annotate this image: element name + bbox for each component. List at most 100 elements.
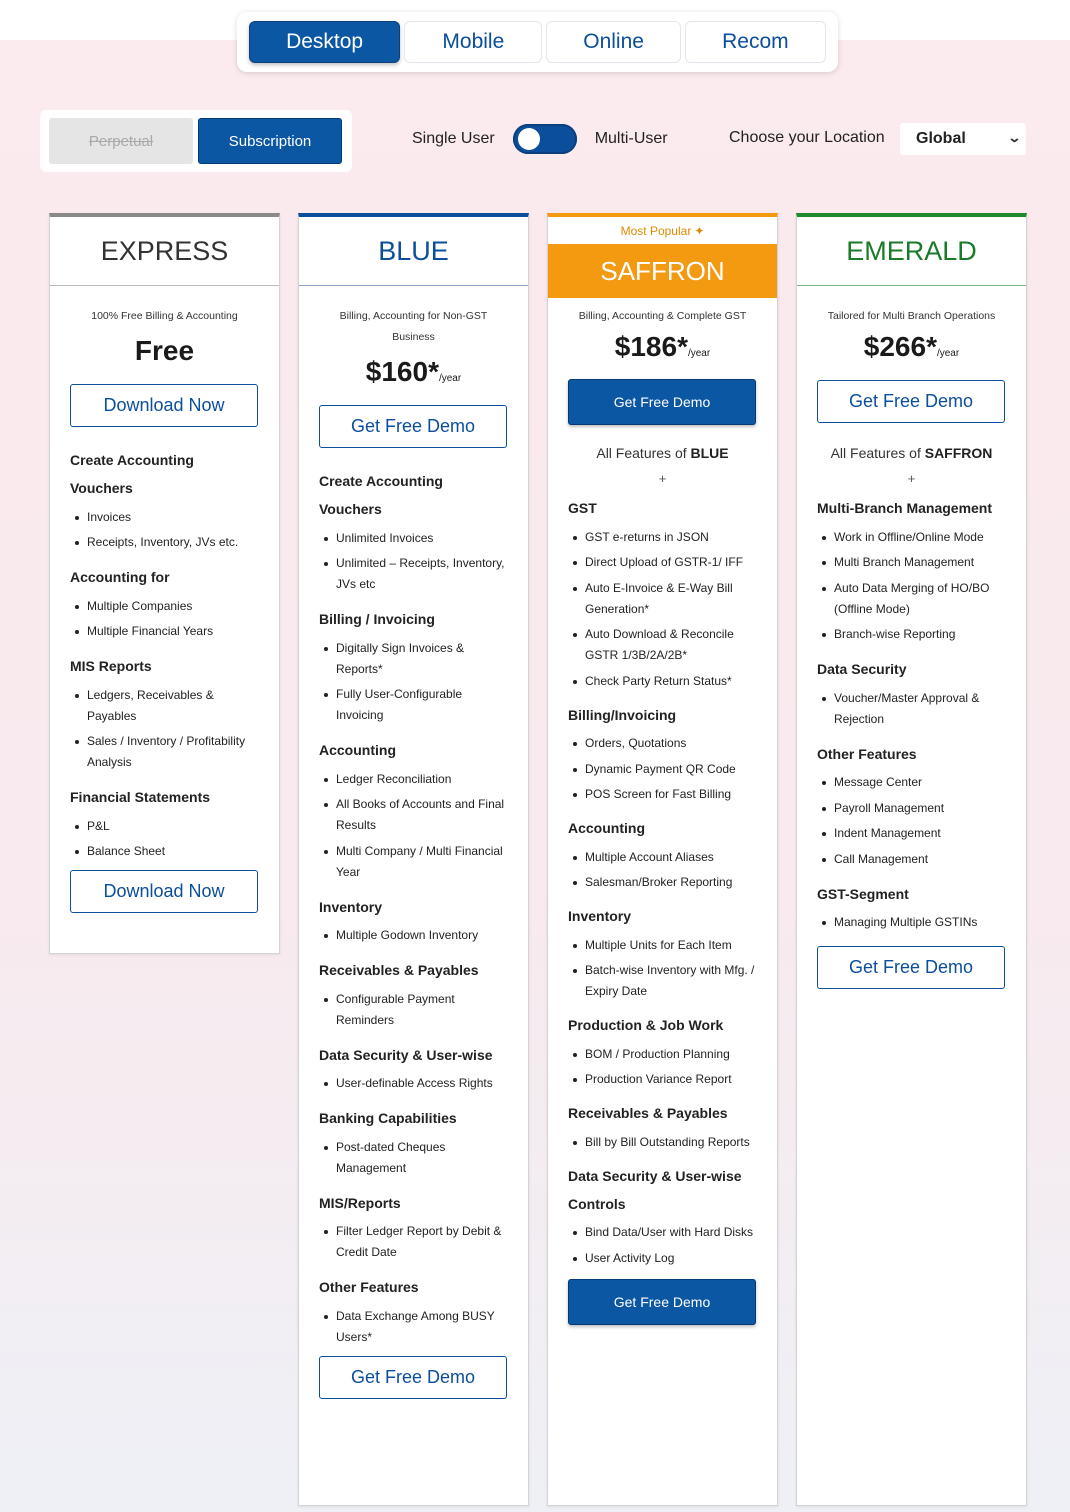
feature-items: Digitally Sign Invoices & Reports* Fully … [319,638,508,727]
feature-item: Multiple Godown Inventory [319,925,508,946]
feature-items: Multiple Units for Each Item Batch-wise I… [568,935,757,1003]
plan-card-saffron: Most Popular ✦ SAFFRON Billing, Accounti… [547,213,778,1506]
feature-section-title: Data Security & User-wise Controls [568,1167,742,1212]
feature-items: Invoices Receipts, Inventory, JVs etc. [70,507,259,554]
feature-section: Banking Capabilities Post-dated Cheques M… [319,1104,508,1179]
feature-item: Production Variance Report [568,1069,757,1090]
location-select[interactable]: Global ⌄ [900,123,1026,155]
feature-item: Message Center [817,772,1006,793]
subscription-button[interactable]: Subscription [198,118,342,164]
feature-section-title: Production & Job Work [568,1017,724,1033]
all-features-of: All Features of BLUE [568,445,757,461]
get-free-demo-button-bottom[interactable]: Get Free Demo [817,946,1005,989]
download-now-button[interactable]: Download Now [70,384,258,427]
get-free-demo-button[interactable]: Get Free Demo [817,380,1005,423]
feature-section-title: MIS Reports [70,658,152,674]
feature-item: Direct Upload of GSTR-1/ IFF [568,552,757,573]
feature-section: GST-Segment Managing Multiple GSTINs [817,880,1006,934]
tab-mobile[interactable]: Mobile [404,21,543,63]
feature-section: Accounting Multiple Account Aliases Salesm… [568,814,757,893]
feature-item: Check Party Return Status* [568,671,757,692]
feature-section-title: Create Accounting Vouchers [70,452,194,496]
plan-tagline: 100% Free Billing & Accounting [91,310,238,322]
product-tabs: Desktop Mobile Online Recom [237,12,838,72]
all-features-plan: SAFFRON [924,445,993,461]
feature-section: Inventory Multiple Godown Inventory [319,893,508,947]
feature-section: Accounting Ledger Reconciliation All Books… [319,736,508,883]
feature-item: Unlimited Invoices [319,528,508,549]
feature-item: Digitally Sign Invoices & Reports* [319,638,508,680]
feature-items: User-definable Access Rights [319,1073,508,1094]
feature-section: Other Features Data Exchange Among BUSY U… [319,1273,508,1348]
price-period: /year [687,348,711,359]
feature-items: Voucher/Master Approval & Rejection [817,688,1006,730]
perpetual-button[interactable]: Perpetual [49,118,193,164]
feature-list: Multi-Branch Management Work in Offline/O… [817,494,1006,933]
feature-item: Sales / Inventory / Profitability Analys… [70,731,259,773]
plan-price: $266*/year [817,331,1006,365]
feature-section: Billing / Invoicing Digitally Sign Invoic… [319,605,508,726]
feature-section: Create Accounting Vouchers Unlimited Invo… [319,467,508,595]
plan-name: EMERALD [797,217,1026,286]
feature-items: Ledger Reconciliation All Books of Accoun… [319,769,508,883]
user-toggle-switch[interactable] [512,124,577,154]
feature-items: Configurable Payment Reminders [319,989,508,1031]
feature-item: Orders, Quotations [568,733,757,754]
feature-item: Managing Multiple GSTINs [817,912,1006,933]
plan-price: Free [70,335,259,369]
feature-item: Auto E-Invoice & E-Way Bill Generation* [568,578,757,620]
feature-items: Bill by Bill Outstanding Reports [568,1132,757,1153]
feature-section: Multi-Branch Management Work in Offline/O… [817,494,1006,645]
feature-section-title: Other Features [817,745,917,762]
feature-list: GST GST e-returns in JSON Direct Upload of… [568,494,757,1269]
feature-section-title: Accounting [319,742,396,758]
feature-item: Auto Data Merging of HO/BO (Offline Mode… [817,578,1006,620]
feature-item: Post-dated Cheques Management [319,1137,508,1179]
get-free-demo-button[interactable]: Get Free Demo [568,379,756,425]
feature-item: Multiple Account Aliases [568,847,757,868]
feature-item: Filter Ledger Report by Debit & Credit D… [319,1221,508,1263]
feature-item: Unlimited – Receipts, Inventory, JVs etc [319,553,508,595]
feature-item: Ledgers, Receivables & Payables [70,685,259,727]
feature-section-title: Banking Capabilities [319,1110,457,1126]
toggle-knob [517,128,540,150]
feature-item: Multiple Units for Each Item [568,935,757,956]
feature-section-title: Financial Statements [70,789,211,805]
feature-section-title: Create Accounting Vouchers [319,473,443,517]
tab-recom[interactable]: Recom [684,21,826,63]
feature-item: Batch-wise Inventory with Mfg. / Expiry … [568,960,757,1002]
sparkle-icon: ✦ [694,223,705,238]
get-free-demo-button-bottom[interactable]: Get Free Demo [319,1355,507,1399]
feature-items: Message Center Payroll Management Indent M… [817,772,1006,870]
feature-section-title: GST-Segment [817,885,909,902]
feature-item: Voucher/Master Approval & Rejection [817,688,1006,730]
plus-sign: + [907,471,916,486]
feature-items: Filter Ledger Report by Debit & Credit D… [319,1221,508,1263]
feature-section-title: Multi-Branch Management [817,500,993,516]
download-now-button-bottom[interactable]: Download Now [70,870,258,913]
get-free-demo-button-bottom[interactable]: Get Free Demo [568,1278,756,1325]
feature-item: User Activity Log [568,1248,757,1269]
feature-items: Multiple Companies Multiple Financial Yea… [70,596,259,643]
all-features-of: All Features of SAFFRON [817,445,1006,461]
feature-section-title: Billing/Invoicing [568,706,677,723]
feature-item: Call Management [817,849,1006,870]
plan-name: BLUE [299,217,528,286]
tab-online[interactable]: Online [546,21,681,63]
feature-section-title: Inventory [568,908,632,924]
get-free-demo-button[interactable]: Get Free Demo [319,405,507,448]
feature-section-title: Data Security [817,661,907,677]
user-count-toggle: Single User Multi-User [412,124,668,154]
plan-card-blue: BLUE Billing, Accounting for Non-GST Bus… [298,213,529,1506]
feature-section: Data Security & User-wise User-definable … [319,1041,508,1095]
feature-section: Financial Statements P&L Balance Sheet [70,783,259,862]
feature-section: Other Features Message Center Payroll Mana… [817,740,1006,870]
price-value: $186* [614,331,688,362]
plan-name: EXPRESS [50,217,279,286]
feature-item: Multiple Companies [70,596,259,617]
feature-items: Multiple Godown Inventory [319,925,508,946]
feature-section: Accounting for Multiple Companies Multiple… [70,563,259,642]
tab-desktop[interactable]: Desktop [249,21,401,63]
price-value: $266* [863,331,937,362]
location-selected-value: Global [916,130,966,147]
